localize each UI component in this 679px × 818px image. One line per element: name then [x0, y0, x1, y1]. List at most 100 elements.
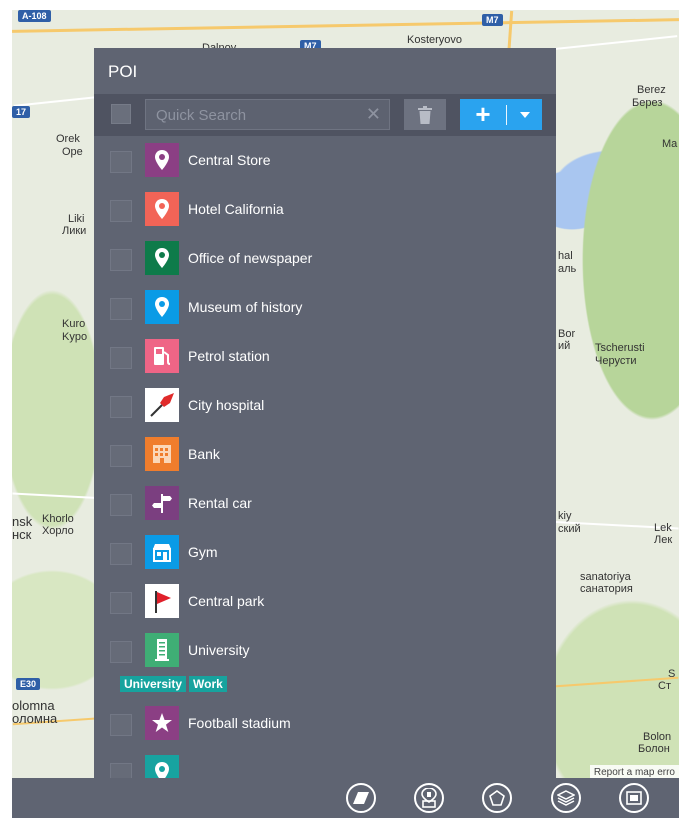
map-pin-icon [145, 192, 179, 226]
add-options-dropdown[interactable] [507, 111, 542, 118]
map-pin-icon [145, 290, 179, 324]
map-route-shield: A-108 [18, 10, 51, 22]
row-checkbox[interactable] [110, 151, 132, 173]
map-place-label: sanatoriya [580, 571, 631, 583]
row-checkbox[interactable] [110, 445, 132, 467]
map-place-label: Kosteryovo [407, 34, 463, 46]
bottom-toolbar [12, 778, 679, 818]
poi-row[interactable]: Museum of history [94, 283, 556, 332]
map-place-label: Ma [662, 138, 678, 150]
star-icon [145, 706, 179, 740]
poi-name: University [188, 642, 250, 658]
poi-name: Central park [188, 593, 265, 609]
poi-row[interactable] [94, 748, 556, 778]
layers-button[interactable] [551, 783, 581, 813]
map-place-label: Tscherusti [595, 342, 645, 354]
eraser-icon [353, 792, 369, 804]
poi-name: City hospital [188, 397, 265, 413]
map-place-label: S [668, 668, 676, 680]
map-place-label: Bolon [643, 731, 672, 743]
map-place-label: ий [558, 340, 571, 352]
map-place-label: Лики [62, 225, 87, 237]
poi-list: Central Store Hotel California Office of… [94, 136, 556, 778]
red-pushpin-icon [145, 388, 179, 422]
layers-icon [557, 790, 575, 806]
map-place-label: аль [558, 263, 577, 275]
row-checkbox[interactable] [110, 641, 132, 663]
tag-badge[interactable]: University [120, 676, 187, 692]
search-box: ✕ [145, 99, 390, 131]
poi-toolbar: ✕ + [94, 94, 556, 136]
poi-row[interactable]: University [94, 626, 556, 675]
plus-icon: + [475, 99, 491, 129]
row-checkbox[interactable] [110, 298, 132, 320]
chevron-down-icon [519, 111, 530, 118]
poi-row[interactable]: City hospital [94, 381, 556, 430]
polygon-button[interactable] [482, 783, 512, 813]
map-pin-icon [145, 143, 179, 177]
row-checkbox[interactable] [110, 714, 132, 736]
poi-row[interactable]: Football stadium [94, 699, 556, 748]
map-route-shield: 17 [12, 106, 31, 118]
poi-name: Office of newspaper [188, 250, 313, 266]
bank-building-icon [145, 437, 179, 471]
tag-badge[interactable]: Work [189, 676, 227, 692]
select-all-checkbox[interactable] [111, 104, 131, 124]
map-place-label: Хорло [42, 525, 74, 537]
map-pin-icon [145, 241, 179, 275]
map-route-shield: E30 [16, 678, 41, 690]
poi-row[interactable]: Central Store [94, 136, 556, 185]
row-checkbox[interactable] [110, 200, 132, 222]
map-place-label: Лек [654, 534, 673, 546]
delete-button[interactable] [404, 99, 446, 130]
map-place-label: Khorlo [42, 513, 74, 525]
map-place-label: hal [558, 250, 573, 262]
poi-row[interactable]: Office of newspaper [94, 234, 556, 283]
red-flag-icon [145, 584, 179, 618]
poi-row[interactable]: Gym [94, 528, 556, 577]
polygon-icon [489, 790, 505, 806]
poi-name: Museum of history [188, 299, 303, 315]
poi-row[interactable]: Central park [94, 577, 556, 626]
poi-panel: POI ✕ + [94, 48, 556, 778]
map-place-label: kiy [558, 510, 572, 522]
map-place-label: Ope [62, 146, 83, 158]
map-place-label: нск [12, 527, 32, 542]
signpost-icon [145, 486, 179, 520]
row-checkbox[interactable] [110, 249, 132, 271]
row-checkbox[interactable] [110, 763, 132, 778]
poi-name: Gym [188, 544, 218, 560]
search-input[interactable] [154, 100, 368, 131]
map-place-label: Liki [68, 213, 85, 225]
fuel-pump-icon [145, 339, 179, 373]
row-checkbox[interactable] [110, 592, 132, 614]
trash-icon [418, 105, 432, 124]
poi-name: Central Store [188, 152, 271, 168]
map-place-label: Kuro [62, 318, 86, 330]
window-button[interactable] [619, 783, 649, 813]
map-place-label: ский [558, 523, 581, 535]
poi-button[interactable] [414, 783, 444, 813]
row-checkbox[interactable] [110, 396, 132, 418]
row-checkbox[interactable] [110, 494, 132, 516]
poi-row[interactable]: Petrol station [94, 332, 556, 381]
map-place-label: санатория [580, 583, 633, 595]
map-place-label: Bor [558, 328, 576, 340]
row-checkbox[interactable] [110, 347, 132, 369]
map-place-label: Берез [632, 97, 663, 109]
clear-search-icon[interactable]: ✕ [366, 104, 381, 124]
panel-title: POI [108, 62, 138, 81]
poi-name: Bank [188, 446, 220, 462]
poi-tags: University Work [94, 675, 556, 699]
add-poi-button[interactable]: + [460, 99, 542, 130]
window-icon [626, 791, 642, 805]
storefront-icon [145, 535, 179, 569]
eraser-button[interactable] [346, 783, 376, 813]
poi-name: Football stadium [188, 715, 291, 731]
poi-row[interactable]: Hotel California [94, 185, 556, 234]
row-checkbox[interactable] [110, 543, 132, 565]
poi-row[interactable]: Bank [94, 430, 556, 479]
map-place-label: Ст [658, 680, 671, 692]
map-place-label: Lek [654, 522, 672, 534]
poi-row[interactable]: Rental car [94, 479, 556, 528]
